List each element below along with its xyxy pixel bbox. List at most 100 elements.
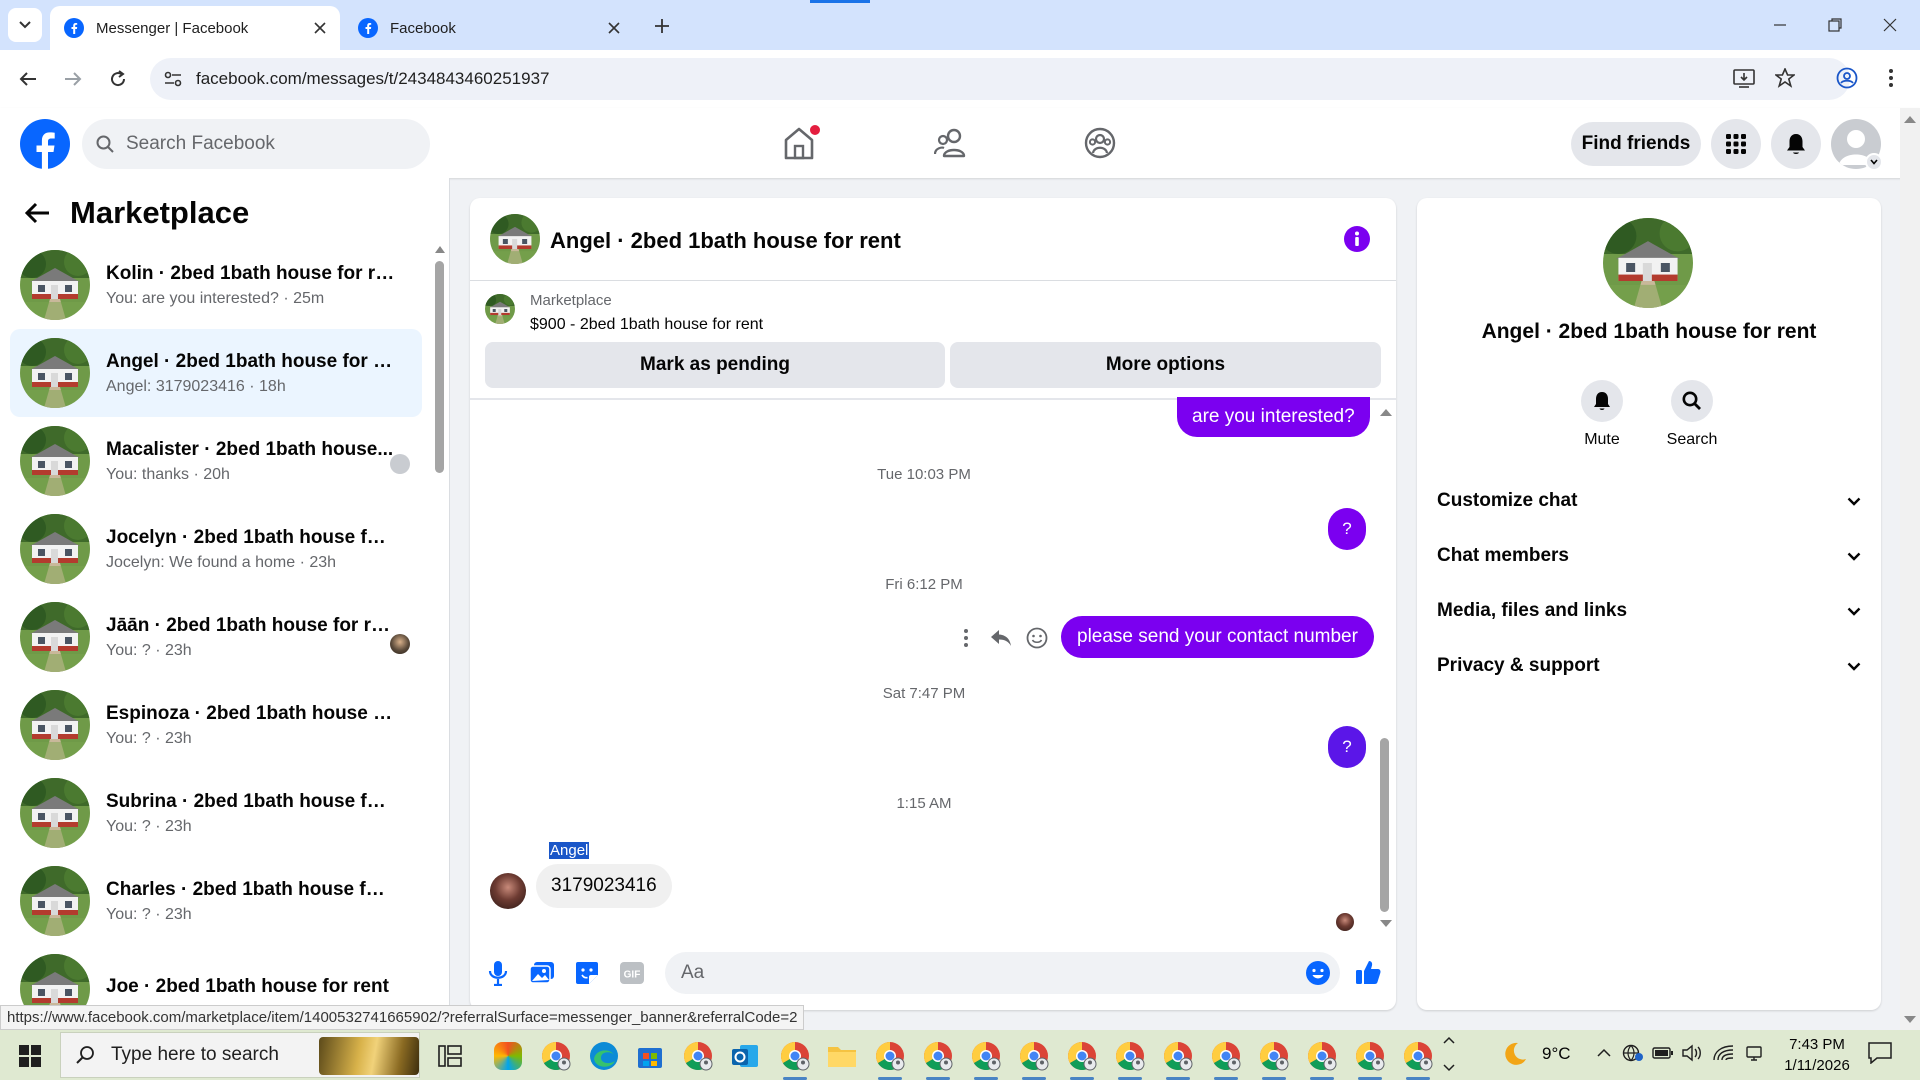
message-input[interactable]: Aa [665, 952, 1340, 994]
tab-search-button[interactable] [8, 8, 42, 42]
chat-list-scroll-up[interactable] [435, 246, 445, 253]
close-tab-icon[interactable] [314, 22, 326, 34]
message-outgoing[interactable]: please send your contact number [1061, 616, 1374, 658]
listing-thumbnail[interactable] [485, 294, 515, 324]
tab-messenger[interactable]: Messenger | Facebook [50, 6, 340, 50]
conversation-item[interactable]: Angel · 2bed 1bath house for rent Angel: … [10, 329, 422, 417]
taskbar-search-box[interactable]: Type here to search [60, 1032, 420, 1078]
browser-menu-button[interactable] [1888, 68, 1894, 88]
page-scroll-down[interactable] [1904, 1016, 1916, 1023]
notifications-button[interactable] [1771, 119, 1821, 169]
sender-avatar[interactable] [490, 873, 526, 909]
chrome-profile-app[interactable] [1254, 1036, 1294, 1080]
file-explorer-app[interactable] [822, 1036, 862, 1076]
message-outgoing[interactable]: ? [1328, 726, 1366, 768]
mute-button[interactable] [1581, 380, 1623, 422]
listing-title[interactable]: $900 - 2bed 1bath house for rent [530, 316, 763, 334]
task-view-button[interactable] [430, 1036, 470, 1076]
taskbar-overflow-up[interactable] [1443, 1036, 1455, 1044]
page-scroll-up[interactable] [1904, 116, 1916, 123]
messages-scroll-up[interactable] [1380, 409, 1392, 416]
close-tab-icon[interactable] [608, 22, 620, 34]
restore-button[interactable] [1805, 0, 1865, 50]
tab-facebook[interactable]: Facebook [344, 6, 634, 50]
edge-app[interactable] [584, 1036, 624, 1076]
new-tab-button[interactable] [648, 12, 676, 40]
page-scrollbar[interactable] [1900, 108, 1920, 1030]
privacy-support-section[interactable]: Privacy & support [1437, 643, 1861, 689]
chrome-profile-app[interactable] [1014, 1036, 1054, 1080]
media-files-links-section[interactable]: Media, files and links [1437, 588, 1861, 634]
clock[interactable]: 7:43 PM 1/11/2026 [1772, 1034, 1862, 1076]
reload-button[interactable] [100, 61, 136, 97]
conversation-item[interactable]: Jocelyn · 2bed 1bath house for r... Jocel… [10, 505, 422, 593]
nav-home[interactable] [782, 125, 820, 161]
chrome-profile-app[interactable] [1158, 1036, 1198, 1080]
mark-as-pending-button[interactable]: Mark as pending [485, 342, 945, 388]
tray-wifi[interactable] [1713, 1044, 1735, 1062]
outlook-app[interactable] [725, 1036, 765, 1076]
react-button[interactable] [1026, 627, 1048, 649]
gif-button[interactable]: GIF [620, 962, 644, 984]
conversation-item[interactable]: Subrina · 2bed 1bath house for r... You: … [10, 769, 422, 857]
message-incoming[interactable]: 3179023416 [536, 864, 672, 908]
find-friends-button[interactable]: Find friends [1571, 122, 1701, 166]
chrome-profile-app[interactable] [1110, 1036, 1150, 1080]
more-options-button[interactable]: More options [950, 342, 1381, 388]
chat-header-avatar[interactable] [490, 214, 540, 264]
minimize-button[interactable] [1750, 0, 1810, 50]
conversation-item[interactable]: Charles · 2bed 1bath house for r... You: … [10, 857, 422, 945]
messages-scroll-down[interactable] [1380, 920, 1392, 927]
address-bar[interactable]: facebook.com/messages/t/2434843460251937 [150, 58, 1850, 100]
customize-chat-section[interactable]: Customize chat [1437, 478, 1861, 524]
chrome-app[interactable] [678, 1036, 718, 1076]
profile-button[interactable] [1836, 67, 1858, 89]
chrome-profile-app[interactable] [1206, 1036, 1246, 1080]
tray-show-hidden[interactable] [1597, 1048, 1611, 1057]
tray-volume[interactable] [1682, 1044, 1704, 1062]
site-settings-icon[interactable] [164, 71, 182, 87]
chrome-profile-app[interactable] [966, 1036, 1006, 1080]
weather-widget[interactable]: 9°C [1500, 1040, 1571, 1068]
conversation-info-button[interactable] [1344, 226, 1370, 252]
url-text[interactable]: facebook.com/messages/t/2434843460251937 [196, 69, 549, 89]
messages-scrollbar-thumb[interactable] [1380, 738, 1389, 912]
conversation-item[interactable]: Jāān · 2bed 1bath house for re... You: ? … [10, 593, 422, 681]
facebook-search-input[interactable]: Search Facebook [82, 119, 430, 169]
attach-photo-button[interactable] [529, 961, 555, 985]
chrome-profile-app[interactable] [775, 1036, 815, 1080]
nav-friends[interactable] [934, 128, 968, 158]
chat-members-section[interactable]: Chat members [1437, 533, 1861, 579]
chrome-profile-app[interactable] [1398, 1036, 1438, 1080]
bookmark-button[interactable] [1775, 68, 1795, 88]
close-window-button[interactable] [1860, 0, 1920, 50]
nav-groups[interactable] [1084, 127, 1116, 159]
chrome-profile-app[interactable] [870, 1036, 910, 1080]
like-button[interactable] [1355, 959, 1381, 985]
store-app[interactable] [630, 1036, 670, 1076]
chat-list-scrollbar-thumb[interactable] [435, 261, 444, 473]
install-app-button[interactable] [1733, 68, 1755, 88]
taskbar-overflow-down[interactable] [1443, 1064, 1455, 1072]
reply-button[interactable] [990, 628, 1012, 648]
menu-button[interactable] [1711, 119, 1761, 169]
start-button[interactable] [10, 1036, 50, 1076]
tray-battery[interactable] [1652, 1046, 1674, 1060]
conversation-item[interactable]: Espinoza · 2bed 1bath house for ... You: … [10, 681, 422, 769]
forward-button[interactable] [55, 61, 91, 97]
facebook-logo[interactable] [20, 119, 70, 169]
chrome-profile-app[interactable] [918, 1036, 958, 1080]
chat-title[interactable]: Angel · 2bed 1bath house for rent [550, 228, 901, 254]
sticker-button[interactable] [575, 961, 599, 985]
message-outgoing[interactable]: are you interested? [1177, 397, 1370, 437]
chrome-profile-app[interactable] [1062, 1036, 1102, 1080]
account-dropdown-icon[interactable] [1865, 153, 1883, 171]
back-to-chats-button[interactable] [24, 199, 52, 227]
info-avatar[interactable] [1603, 218, 1693, 308]
emoji-button[interactable] [1306, 961, 1330, 985]
voice-clip-button[interactable] [488, 960, 508, 986]
tray-device[interactable] [1745, 1044, 1763, 1062]
back-button[interactable] [10, 61, 46, 97]
message-more-button[interactable] [963, 628, 969, 648]
search-in-conversation-button[interactable] [1671, 380, 1713, 422]
